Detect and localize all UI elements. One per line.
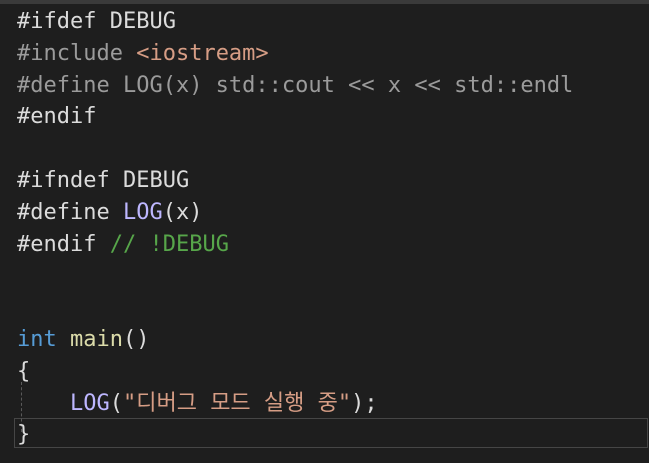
code-line-2[interactable]: #include <iostream> — [17, 38, 649, 70]
define-body: LOG(x) std::cout << x << std::endl — [122, 72, 574, 98]
code-editor[interactable]: #ifdef DEBUG #include <iostream> #define… — [0, 0, 649, 463]
code-line-7[interactable]: #define LOG(x) — [17, 197, 649, 229]
code-line-10[interactable] — [17, 292, 649, 324]
macro-debug: DEBUG — [109, 9, 176, 34]
directive-endif: #endif — [17, 231, 97, 257]
function-main: main — [70, 326, 123, 352]
editor-top-border — [0, 0, 649, 4]
macro-debug: DEBUG — [122, 167, 190, 193]
directive-define: #define — [17, 72, 110, 98]
comment: // !DEBUG — [109, 231, 229, 257]
code-line-6[interactable]: #ifndef DEBUG — [17, 165, 649, 197]
directive-ifdef: #ifdef — [17, 9, 97, 34]
code-line-9[interactable] — [17, 260, 649, 292]
macro-log-call: LOG — [69, 390, 110, 416]
code-line-3[interactable]: #define LOG(x) std::cout << x << std::en… — [17, 70, 649, 102]
open-brace: { — [17, 358, 31, 384]
code-line-13[interactable]: LOG("디버그 모드 실행 중"); — [17, 388, 649, 420]
code-area[interactable]: #ifdef DEBUG #include <iostream> #define… — [17, 6, 649, 451]
code-line-8[interactable]: #endif // !DEBUG — [17, 229, 649, 261]
directive-endif: #endif — [17, 104, 97, 130]
close-brace: } — [17, 422, 31, 448]
keyword-int: int — [17, 326, 57, 352]
string-literal: "디버그 모드 실행 중" — [122, 390, 352, 416]
code-line-5[interactable] — [17, 133, 649, 165]
code-line-11[interactable]: int main() — [17, 324, 649, 356]
code-line-14[interactable]: } — [17, 419, 649, 451]
code-line-4[interactable]: #endif — [17, 101, 649, 133]
code-line-12[interactable]: { — [17, 356, 649, 388]
parens: () — [122, 326, 150, 352]
macro-params: (x) — [162, 199, 203, 225]
directive-define: #define — [17, 199, 110, 225]
open-paren: ( — [109, 390, 123, 416]
code-line-1[interactable]: #ifdef DEBUG — [17, 6, 649, 38]
close-paren-semicolon: ); — [351, 390, 378, 416]
macro-log: LOG — [122, 199, 163, 225]
directive-include: #include — [17, 40, 123, 66]
include-path: <iostream> — [136, 40, 269, 66]
directive-ifndef: #ifndef — [17, 167, 110, 193]
